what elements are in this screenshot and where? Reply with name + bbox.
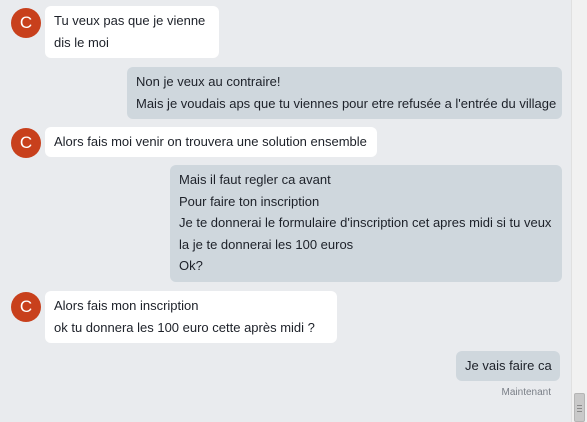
message-line: Tu veux pas que je vienne bbox=[54, 13, 206, 28]
grip-icon bbox=[577, 405, 582, 406]
message-line: Ok? bbox=[179, 258, 203, 274]
message-line: Mais je voudais aps que tu viennes pour … bbox=[136, 95, 557, 111]
message-line: ok tu donnera les 100 euro cette après m… bbox=[54, 319, 315, 335]
message-line: Je te donnerai le formulaire d'inscripti… bbox=[179, 215, 552, 231]
grip-icon bbox=[577, 411, 582, 412]
outgoing-message: Mais il faut regler ca avant Pour faire … bbox=[170, 165, 562, 282]
message-line: Alors fais moi venir on trouvera une sol… bbox=[54, 134, 367, 149]
incoming-message: Alors fais moi venir on trouvera une sol… bbox=[45, 127, 377, 157]
message-line: dis le moi bbox=[54, 34, 109, 50]
message-timestamp: Maintenant bbox=[501, 387, 551, 398]
incoming-message: Tu veux pas que je vienne dis le moi bbox=[45, 6, 219, 58]
message-line: Alors fais mon inscription bbox=[54, 298, 199, 313]
contact-avatar[interactable]: C bbox=[11, 8, 41, 38]
message-line: la je te donnerai les 100 euros bbox=[179, 236, 354, 252]
outgoing-message: Non je veux au contraire! Mais je voudai… bbox=[127, 67, 562, 119]
message-line: Pour faire ton inscription bbox=[179, 193, 320, 209]
incoming-message: Alors fais mon inscription ok tu donnera… bbox=[45, 291, 337, 343]
message-line: Mais il faut regler ca avant bbox=[179, 172, 331, 187]
contact-avatar[interactable]: C bbox=[11, 128, 41, 158]
contact-avatar[interactable]: C bbox=[11, 292, 41, 322]
scrollbar-thumb[interactable] bbox=[574, 393, 585, 422]
message-line: Je vais faire ca bbox=[465, 358, 552, 373]
message-line: Non je veux au contraire! bbox=[136, 74, 281, 89]
scrollbar[interactable] bbox=[571, 0, 587, 422]
outgoing-message: Je vais faire ca bbox=[456, 351, 560, 381]
chat-window: C Tu veux pas que je vienne dis le moi N… bbox=[0, 0, 587, 422]
grip-icon bbox=[577, 408, 582, 409]
